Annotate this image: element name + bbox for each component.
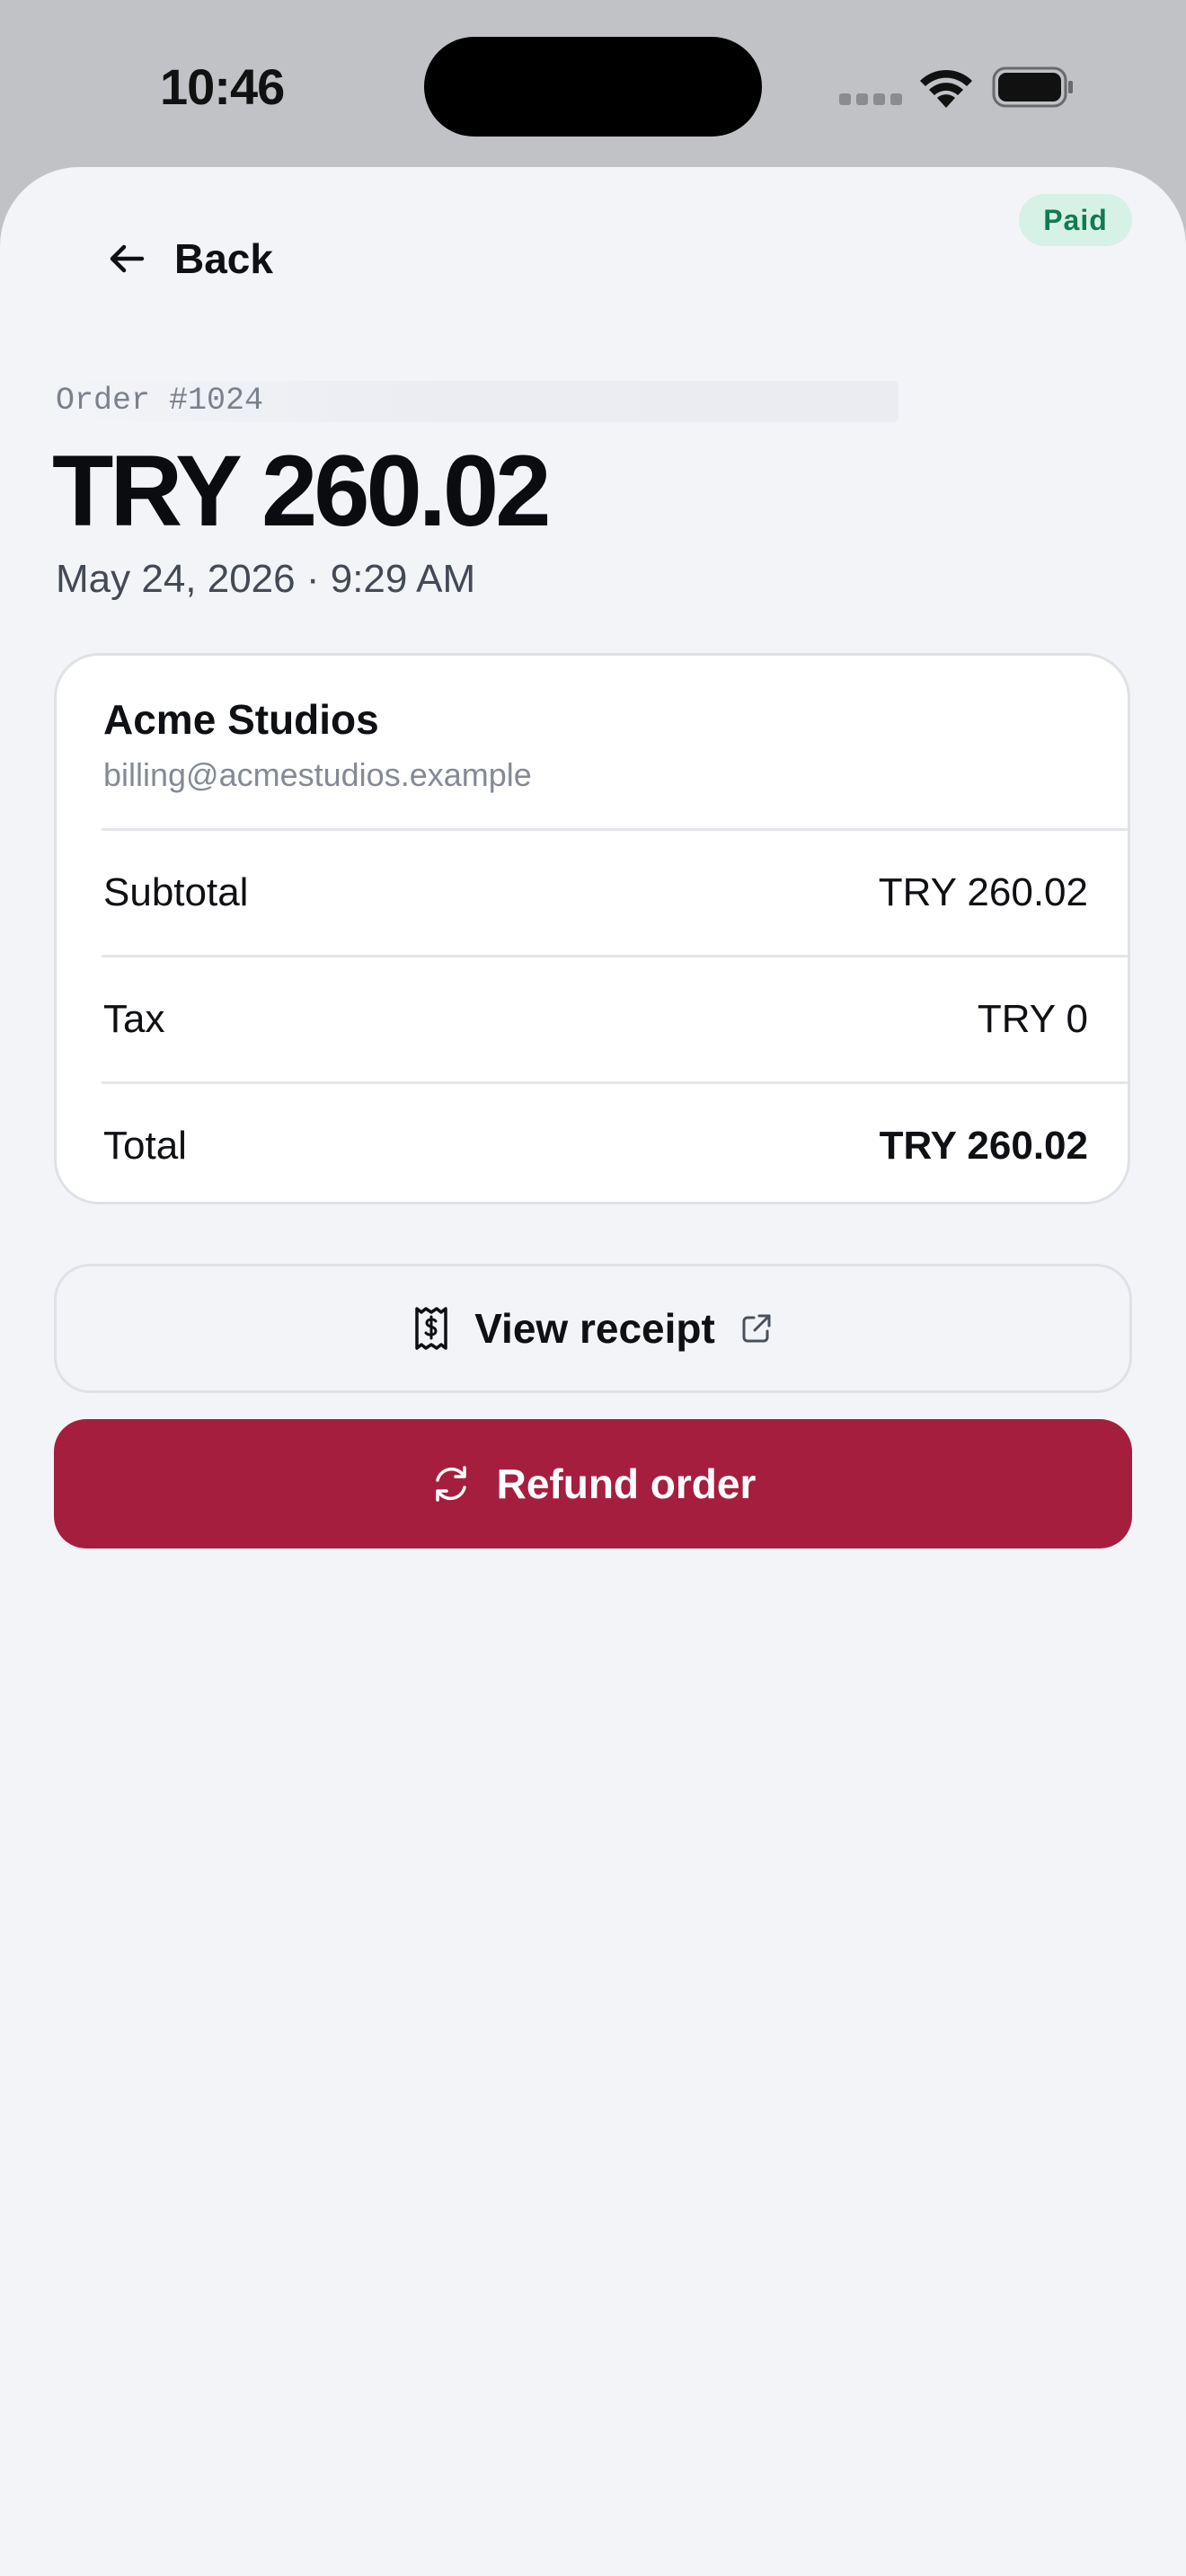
view-receipt-button[interactable]: View receipt [54,1264,1132,1393]
back-label: Back [174,235,273,282]
status-bar: 10:46 [0,0,1186,167]
back-button[interactable]: Back [104,230,273,287]
status-badge: Paid [1019,194,1132,246]
summary-label: Subtotal [103,870,249,914]
order-id: Order #1024 [56,383,264,419]
dynamic-island [424,37,762,137]
external-link-icon [742,1314,771,1343]
battery-icon [992,66,1073,108]
refund-order-label: Refund order [496,1460,757,1507]
refund-order-button[interactable]: Refund order [54,1419,1132,1548]
customer-name: Acme Studios [103,696,379,743]
summary-label: Total [103,1124,187,1168]
arrow-left-icon [110,244,145,273]
order-datetime: May 24, 2026 · 9:29 AM [56,557,476,601]
customer-email: billing@acmestudios.example [103,756,532,793]
refresh-icon [435,1466,466,1502]
summary-label: Tax [103,997,165,1041]
summary-row-tax: Tax TRY 0 [102,955,1128,1081]
cellular-signal-icon [839,93,902,106]
order-summary-card: Acme Studios billing@acmestudios.example… [54,653,1130,1204]
summary-value: TRY 0 [977,997,1088,1041]
summary-value: TRY 260.02 [879,1124,1088,1168]
summary-row-subtotal: Subtotal TRY 260.02 [102,828,1128,954]
status-time: 10:46 [160,58,285,115]
summary-value: TRY 260.02 [878,870,1088,914]
view-receipt-label: View receipt [474,1305,715,1352]
receipt-icon [415,1307,447,1350]
order-amount: TRY 260.02 [52,435,551,547]
wifi-icon [920,69,972,108]
summary-row-total: Total TRY 260.02 [102,1081,1128,1202]
